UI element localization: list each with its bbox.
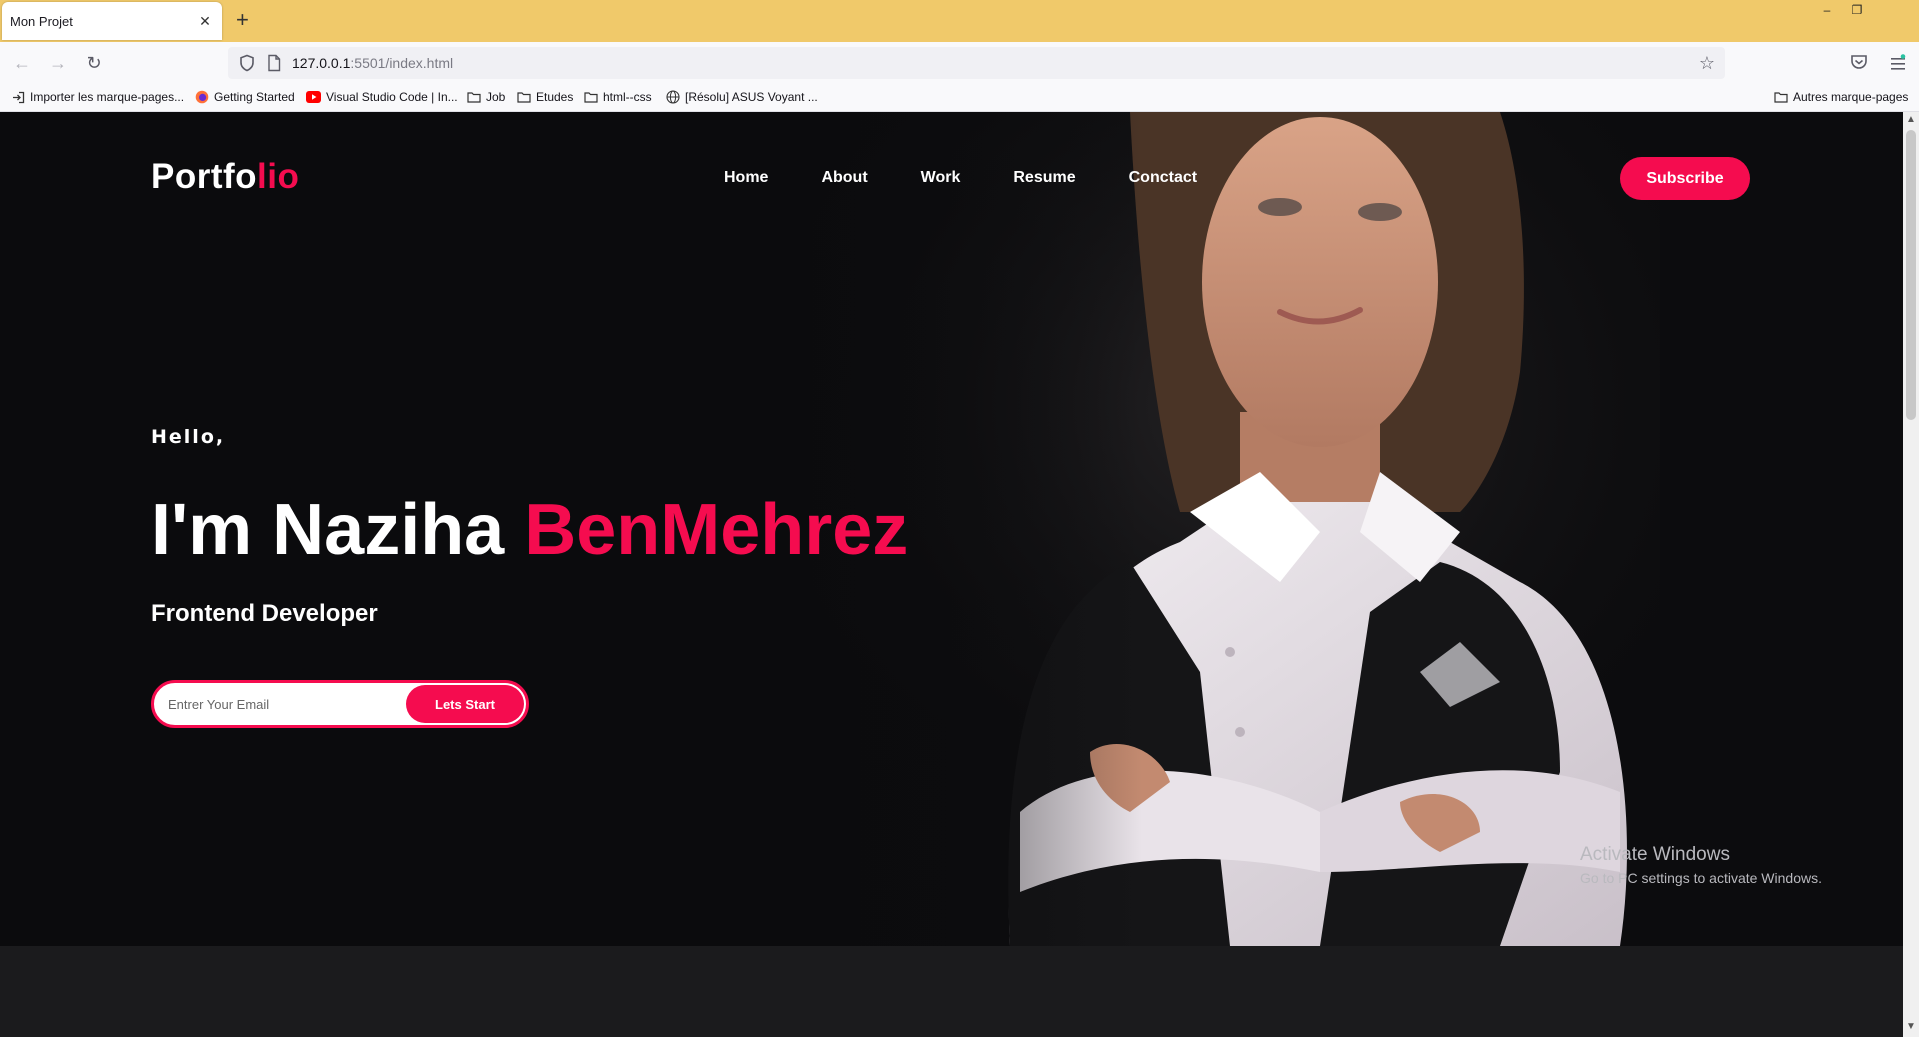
page-viewport: Portfolio Home About Work Resume Conctac… xyxy=(0,112,1903,1037)
folder-icon xyxy=(467,92,481,103)
nav-about[interactable]: About xyxy=(821,169,867,187)
next-section xyxy=(0,946,1903,1037)
bookmark-other[interactable]: Autres marque-pages xyxy=(1774,90,1908,104)
bookmark-job[interactable]: Job xyxy=(467,90,505,104)
folder-icon xyxy=(584,92,598,103)
nav-home[interactable]: Home xyxy=(724,169,768,187)
hero-section: Portfolio Home About Work Resume Conctac… xyxy=(0,112,1903,946)
hamburger-menu-icon[interactable] xyxy=(1890,54,1906,72)
tab-strip: Mon Projet ✕ + – ❐ xyxy=(0,0,1919,42)
browser-tab[interactable]: Mon Projet ✕ xyxy=(2,2,222,40)
bookmark-asus[interactable]: [Résolu] ASUS Voyant ... xyxy=(666,90,818,104)
url-text: 127.0.0.1:5501/index.html xyxy=(292,55,454,71)
role-subtitle: Frontend Developer xyxy=(151,600,378,627)
page-icon xyxy=(268,54,281,72)
youtube-icon xyxy=(306,91,321,103)
activation-title: Activate Windows xyxy=(1580,844,1730,865)
bookmark-star-icon[interactable]: ☆ xyxy=(1699,53,1715,74)
bookmark-etudes[interactable]: Etudes xyxy=(517,90,573,104)
restore-window-button[interactable]: ❐ xyxy=(1844,0,1870,20)
reload-icon[interactable]: ↻ xyxy=(82,52,106,74)
email-input[interactable] xyxy=(168,693,398,715)
bookmarks-toolbar: Importer les marque-pages... Getting Sta… xyxy=(0,84,1919,112)
nav-contact[interactable]: Conctact xyxy=(1129,169,1197,187)
page-scrollbar[interactable]: ▲ ▼ xyxy=(1903,112,1919,1037)
bookmark-import[interactable]: Importer les marque-pages... xyxy=(12,90,184,104)
site-logo[interactable]: Portfolio xyxy=(151,157,299,197)
tab-title: Mon Projet xyxy=(10,13,73,29)
navigation-toolbar: ← → ↻ 127.0.0.1:5501/index.html ☆ xyxy=(0,42,1919,84)
bookmark-vscode[interactable]: Visual Studio Code | In... xyxy=(306,90,458,104)
nav-resume[interactable]: Resume xyxy=(1013,169,1075,187)
globe-icon xyxy=(666,90,680,104)
folder-icon xyxy=(1774,92,1788,103)
url-bar[interactable]: 127.0.0.1:5501/index.html ☆ xyxy=(228,47,1725,79)
main-nav: Home About Work Resume Conctact xyxy=(724,169,1250,187)
folder-icon xyxy=(517,92,531,103)
lets-start-button[interactable]: Lets Start xyxy=(406,685,524,723)
bookmark-html-css[interactable]: html--css xyxy=(584,90,652,104)
hero-name-heading: I'm Naziha BenMehrez xyxy=(151,490,909,570)
new-tab-button[interactable]: + xyxy=(236,9,249,31)
import-icon xyxy=(13,91,25,103)
activation-subtitle: Go to PC settings to activate Windows. xyxy=(1580,870,1822,886)
scroll-up-icon[interactable]: ▲ xyxy=(1903,114,1919,128)
scroll-down-icon[interactable]: ▼ xyxy=(1903,1021,1919,1035)
bookmark-getting-started[interactable]: Getting Started xyxy=(195,90,295,104)
forward-arrow-icon[interactable]: → xyxy=(46,52,70,74)
greeting-text: Hello, xyxy=(151,426,226,448)
nav-work[interactable]: Work xyxy=(921,169,961,187)
scroll-thumb[interactable] xyxy=(1906,130,1916,420)
shield-icon[interactable] xyxy=(238,54,256,72)
back-arrow-icon[interactable]: ← xyxy=(10,52,34,74)
firefox-icon xyxy=(195,90,209,104)
close-tab-icon[interactable]: ✕ xyxy=(196,13,214,30)
email-signup-form: Lets Start xyxy=(151,680,529,728)
pocket-icon[interactable] xyxy=(1849,52,1869,72)
minimize-window-button[interactable]: – xyxy=(1814,0,1840,20)
subscribe-button[interactable]: Subscribe xyxy=(1620,157,1750,200)
